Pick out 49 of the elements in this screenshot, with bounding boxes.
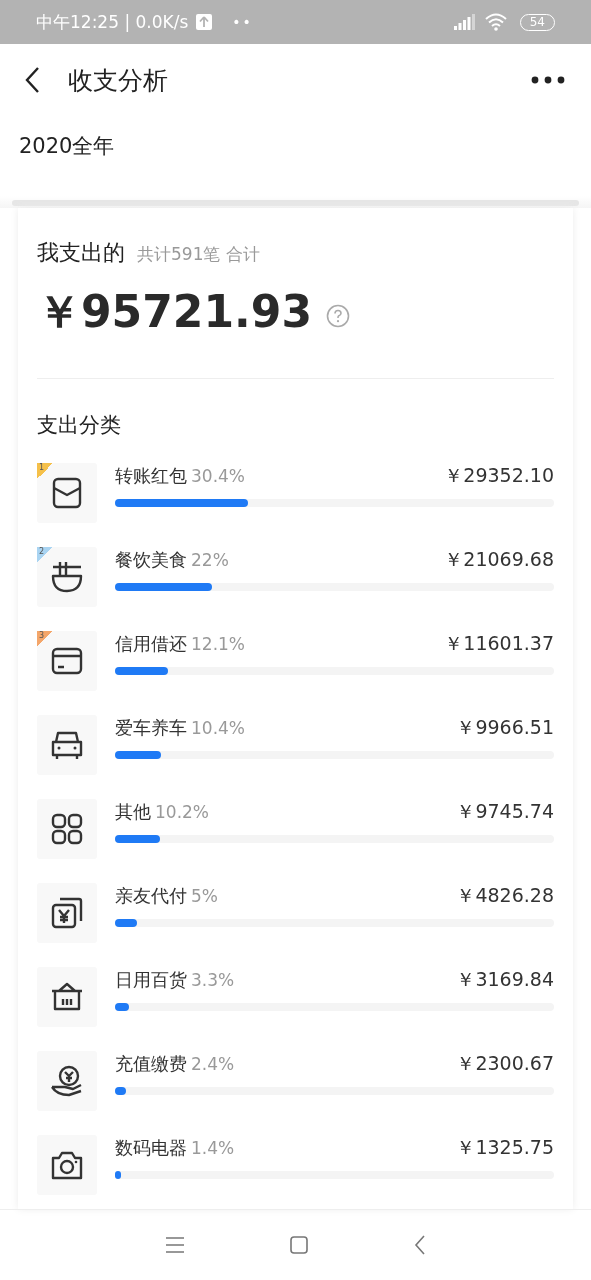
category-amount: ￥2300.67 [456,1051,554,1076]
category-name: 日用百货 [115,968,187,992]
back-icon[interactable] [24,66,40,94]
summary-title: 我支出的 [37,239,125,267]
category-percent: 10.4% [191,718,246,738]
status-time: 中午12:25 | 0.0K/s [36,10,189,34]
category-amount: ￥9745.74 [456,799,554,824]
total-amount: ￥95721.93 [37,284,313,339]
category-percent: 22% [191,550,230,570]
rank-badge: 3 [37,631,53,647]
status-dots: •• [232,14,253,30]
category-name: 信用借还 [115,632,187,656]
category-name: 其他 [115,800,151,824]
category-name: 餐饮美食 [115,548,187,572]
more-icon[interactable] [531,76,565,84]
page-title: 收支分析 [68,64,169,97]
category-name: 转账红包 [115,464,187,488]
category-percent: 1.4% [191,1138,236,1158]
section-title: 支出分类 [37,413,121,437]
category-name: 爱车养车 [115,716,187,740]
wifi-icon [483,13,508,31]
category-name: 数码电器 [115,1136,187,1160]
menu-icon[interactable] [165,1237,184,1253]
yen-cards-icon [49,895,85,931]
period-label: 2020全年 [19,133,115,160]
category-percent: 2.4% [191,1054,236,1074]
category-percent: 3.3% [191,970,236,990]
upload-icon [196,14,213,30]
category-amount: ￥21069.68 [444,547,554,572]
category-amount: ￥3169.84 [456,967,554,992]
category-amount: ￥11601.37 [444,631,554,656]
signal-icon [453,14,476,30]
category-amount: ￥1325.75 [456,1135,554,1160]
category-percent: 30.4% [191,466,246,486]
rank-badge: 2 [37,547,53,563]
help-icon[interactable] [326,304,351,328]
bowl-icon [49,559,85,595]
category-percent: 5% [191,886,219,906]
rank-badge: 1 [37,463,53,479]
category-percent: 12.1% [191,634,246,654]
category-amount: ￥29352.10 [444,463,554,488]
summary-count: 共计591笔 合计 [137,243,260,266]
category-percent: 10.2% [155,802,210,822]
category-amount: ￥9966.51 [456,715,554,740]
category-name: 亲友代付 [115,884,187,908]
category-name: 充值缴费 [115,1052,187,1076]
category-amount: ￥4826.28 [456,883,554,908]
grid-icon [49,811,85,847]
home-icon[interactable] [289,1236,308,1254]
